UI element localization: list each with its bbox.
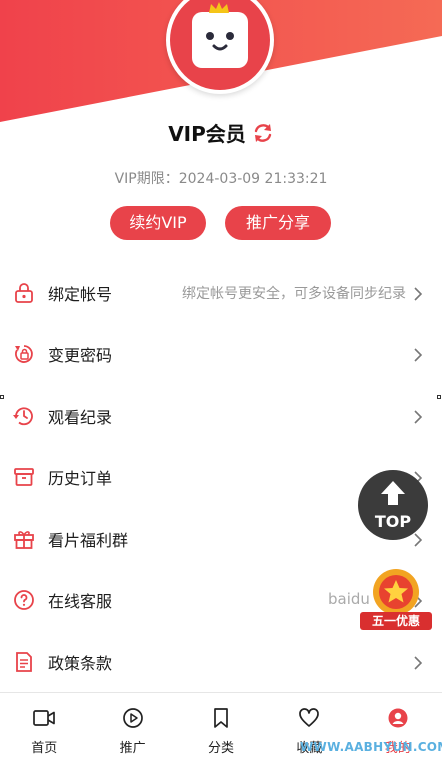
vip-expire-text: VIP期限：2024-03-09 21:33:21 (114, 171, 328, 187)
gift-icon (12, 527, 36, 551)
back-to-top-button[interactable]: TOP (358, 470, 428, 540)
menu-item-label: 看片福利群 (48, 530, 129, 550)
promo-label: 五一优惠 (360, 612, 432, 630)
back-to-top-label: TOP (374, 511, 412, 531)
menu-item-label: 观看纪录 (48, 407, 113, 427)
vip-title: VIP会员 (0, 118, 442, 149)
heart-icon (298, 707, 320, 733)
right-edge-marker (437, 395, 441, 399)
renew-vip-button[interactable]: 续约VIP (110, 206, 206, 240)
watermark-text: WWW.AABHYUN.COM (300, 740, 442, 754)
vip-title-text: VIP会员 (168, 122, 246, 146)
user-circle-icon (387, 707, 409, 733)
menu-item-label: 在线客服 (48, 592, 113, 612)
may-day-promo-button[interactable]: 五一优惠 (360, 566, 432, 634)
menu-item-label: 政策条款 (48, 653, 113, 673)
menu-item-bind-account[interactable]: 绑定帐号 绑定帐号更安全，可多设备同步纪录 (0, 262, 442, 324)
chevron-right-icon (414, 655, 423, 674)
chevron-right-icon (414, 286, 423, 305)
share-button[interactable]: 推广分享 (225, 206, 331, 240)
help-circle-icon (12, 588, 36, 612)
menu-item-label: 历史订单 (48, 469, 113, 489)
play-circle-icon (122, 707, 144, 733)
video-icon (32, 707, 56, 733)
menu-item-hint: 绑定帐号更安全，可多设备同步纪录 (182, 285, 406, 302)
password-icon (12, 342, 36, 366)
menu-item-policy-terms[interactable]: 政策条款 (0, 631, 442, 693)
crown-icon (207, 0, 231, 19)
chevron-right-icon (414, 532, 423, 551)
tab-label: 分类 (208, 741, 235, 756)
tab-label: 推广 (119, 741, 146, 756)
refresh-icon[interactable] (252, 122, 274, 149)
tab-promote[interactable]: 推广 (88, 693, 176, 762)
history-icon (12, 404, 36, 428)
tab-home[interactable]: 首页 (0, 693, 88, 762)
document-icon (12, 650, 36, 674)
menu-item-label: 变更密码 (48, 346, 113, 366)
arrow-up-icon (380, 480, 406, 510)
bookmark-icon (210, 707, 232, 733)
left-edge-marker (0, 395, 4, 399)
menu-item-change-password[interactable]: 变更密码 (0, 324, 442, 386)
menu-item-watch-history[interactable]: 观看纪录 (0, 385, 442, 447)
menu-item-label: 绑定帐号 (48, 284, 113, 304)
chevron-right-icon (414, 347, 423, 366)
lock-icon (12, 281, 36, 305)
tab-label: 首页 (31, 741, 58, 756)
order-box-icon (12, 465, 36, 489)
tab-category[interactable]: 分类 (177, 693, 265, 762)
chevron-right-icon (414, 409, 423, 428)
